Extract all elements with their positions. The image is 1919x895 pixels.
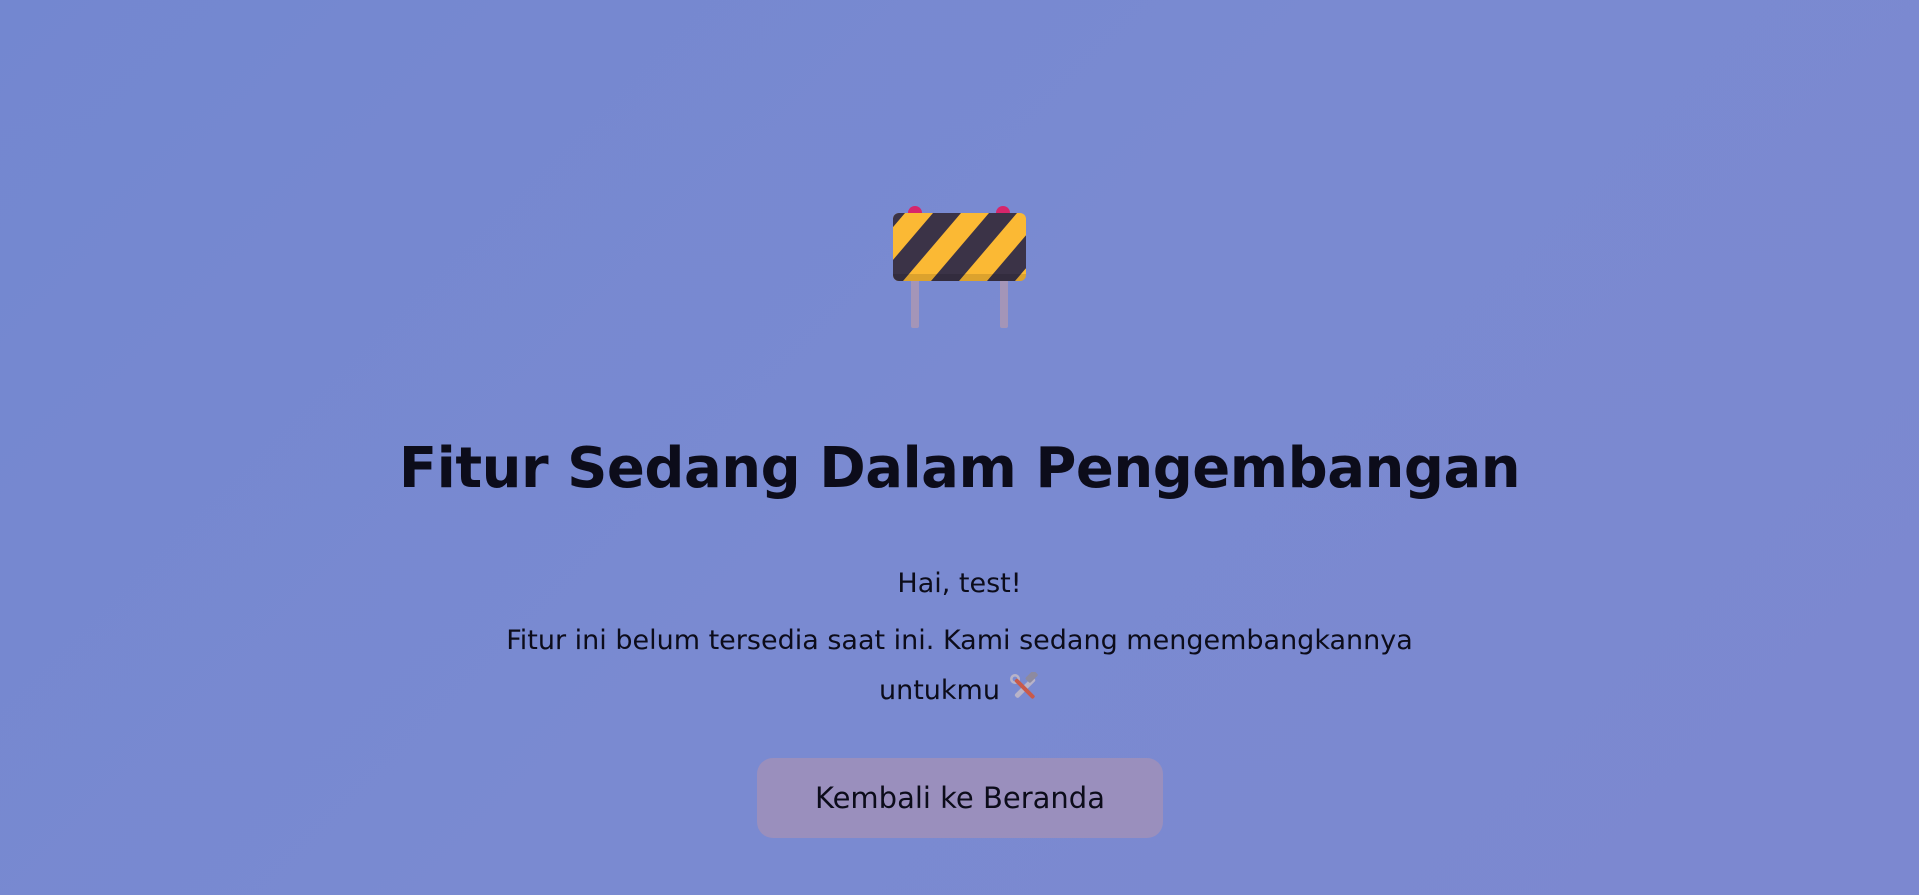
hammer-and-wrench-icon [1009,672,1038,699]
greeting-text: Hai, test! [897,568,1022,599]
under-construction-page: Fitur Sedang Dalam Pengembangan Hai, tes… [0,0,1919,895]
page-title: Fitur Sedang Dalam Pengembangan [398,436,1521,501]
status-message: Fitur ini belum tersedia saat ini. Kami … [500,616,1419,716]
construction-barrier-icon [893,206,1026,328]
back-to-home-button[interactable]: Kembali ke Beranda [757,758,1163,838]
status-message-text: Fitur ini belum tersedia saat ini. Kami … [506,625,1413,706]
